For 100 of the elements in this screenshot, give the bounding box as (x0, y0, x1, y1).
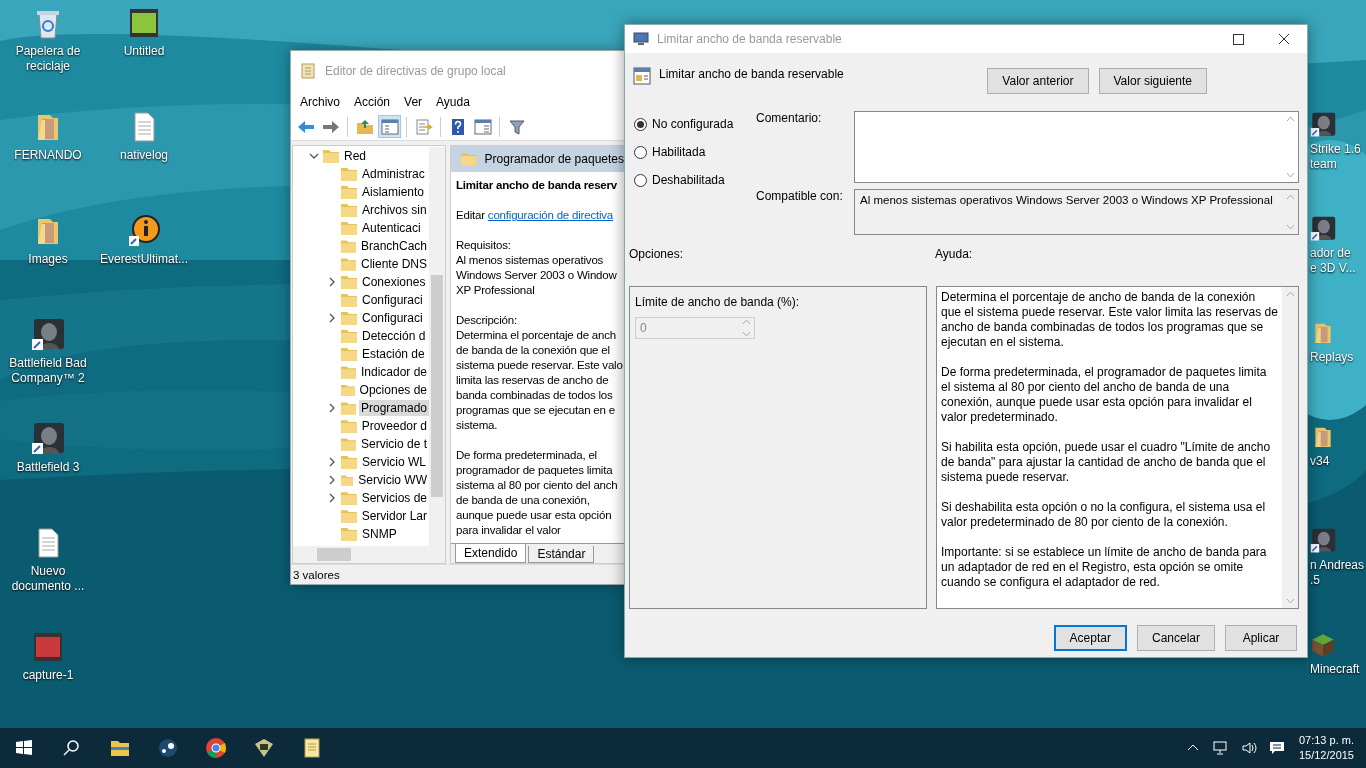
folder-icon (341, 293, 357, 307)
folder-icon (341, 491, 357, 505)
network-icon (1212, 740, 1229, 756)
chevron-down-icon[interactable] (309, 151, 319, 161)
tree-item[interactable]: Estación de (360, 346, 427, 362)
tree-item[interactable]: Proveedor d (359, 418, 429, 434)
tree-item[interactable]: Archivos sin (360, 202, 429, 218)
folder-icon (461, 152, 477, 166)
tree-item[interactable]: Conexiones (360, 274, 428, 290)
tree-item[interactable]: SNMP (360, 526, 399, 542)
scroll-document-icon (299, 62, 317, 80)
tree-item[interactable]: BranchCach (358, 238, 429, 254)
filter-icon (507, 117, 526, 136)
description-paragraph: Descripción: Determina el porcentaje de anch de banda de la conexión que el sistema puede reservar. Este valo limita las reservas de ancho de banda combinadas de todos los programas que se ejecutan en e sistema. (456, 313, 624, 433)
help-paragraph: Si habilita esta opción, puede usar el cuadro "Límite de ancho de banda" para ajustar la cantidad de ancho de banda que el sistema puede reservar. (941, 440, 1272, 485)
tree-item[interactable]: Servicio de t (358, 436, 429, 452)
view-tab[interactable]: Estándar (528, 546, 595, 563)
folder-icon (341, 221, 357, 235)
tree-item[interactable]: Detección d (360, 328, 428, 344)
chevron-right-icon[interactable] (327, 493, 337, 503)
folder-icon (341, 437, 356, 451)
folder-icon (341, 419, 357, 433)
video-file-icon (31, 630, 65, 664)
edit-policy-link[interactable]: configuración de directiva (487, 209, 614, 221)
folder-icon (341, 455, 357, 469)
folder-icon (341, 167, 357, 181)
desktop-icon-label[interactable]: n Andreas .5 (1310, 558, 1365, 588)
window-title: Limitar ancho de banda reservable (657, 32, 842, 46)
radio-button[interactable] (634, 173, 647, 187)
desktop-icon-label[interactable]: Nuevo documento ... (11, 564, 85, 594)
radio-label[interactable]: Deshabilitada (652, 173, 725, 187)
comment-label: Comentario: (756, 111, 823, 127)
tree-item[interactable]: Administrac (360, 166, 427, 182)
tree-item[interactable]: Cliente DNS (358, 256, 429, 272)
policy-title: Limitar ancho de banda reserv (456, 178, 618, 193)
clock-time[interactable]: 07:13 p. m. (1298, 733, 1354, 748)
nav-button[interactable]: Valor anterior (987, 68, 1089, 94)
desktop-icon-label[interactable]: Images (28, 252, 68, 267)
properties-pane-icon (473, 117, 492, 136)
help-paragraph: De forma predeterminada, el programador de paquetes limita el sistema al 80 por ciento del ancho de banda de una conexión, aunque puede usar esta opción para invalidar el valor predeterminado. (941, 365, 1268, 425)
folder-icon (341, 347, 357, 361)
maximize-icon (1232, 33, 1244, 45)
radio-label[interactable]: No configurada (652, 117, 734, 131)
radio-button[interactable] (634, 117, 647, 131)
tree-item[interactable]: Servidor Lar (359, 508, 429, 524)
desktop-icon-label[interactable]: v34 (1310, 454, 1330, 469)
dialog-button[interactable]: Cancelar (1136, 625, 1215, 651)
browser-icon (204, 736, 228, 760)
folder-icon (323, 149, 339, 163)
desktop-icon-label[interactable]: Papelera de reciclaje (15, 44, 81, 74)
menu-item[interactable]: Ayuda (431, 93, 475, 111)
folder-icon (341, 365, 356, 379)
desktop-icon-label[interactable]: Battlefield Bad Company™ 2 (9, 356, 87, 386)
view-tab[interactable]: Extendido (455, 544, 527, 563)
dialog-button[interactable]: Aplicar (1225, 625, 1297, 651)
desktop-icon-label[interactable]: Battlefield 3 (16, 460, 80, 475)
toolbar-button[interactable] (378, 115, 401, 138)
pane-header: Programador de paquetes (484, 152, 624, 166)
menu-item[interactable]: Ver (399, 93, 428, 111)
tree-item[interactable]: Aislamiento (360, 184, 427, 200)
folder-icon (341, 329, 357, 343)
tree-item[interactable]: Programado (358, 400, 429, 416)
horizontal-scrollbar[interactable] (293, 546, 445, 563)
folder-up-icon (355, 117, 374, 136)
tree-item[interactable]: Servicios de (359, 490, 429, 506)
desktop-icon-label[interactable]: Minecraft (1310, 662, 1360, 677)
folder-icon (341, 239, 356, 253)
chevron-right-icon[interactable] (327, 457, 337, 467)
chevron-right-icon[interactable] (327, 313, 337, 323)
tree-item[interactable]: Red (342, 148, 368, 164)
chevron-right-icon[interactable] (327, 403, 337, 413)
folder-icon (341, 473, 354, 487)
tree-item[interactable]: Configuraci (360, 292, 425, 308)
tree-item[interactable]: Autenticaci (360, 220, 423, 236)
desktop-icon-label[interactable]: capture-1 (22, 668, 74, 683)
desktop-icon-label[interactable]: Untitled (123, 44, 165, 59)
folder-icon (341, 383, 355, 397)
chevron-right-icon[interactable] (327, 277, 337, 287)
grass-block-icon (1310, 632, 1336, 658)
menu-item[interactable]: Archivo (295, 93, 345, 111)
menu-item[interactable]: Acción (349, 93, 396, 111)
description-paragraph: De forma predeterminada, el programador de paquetes limita sistema al 80 por ciento del anch de banda de una conexión, aunque puede usar esta opción para invalidar el valor (456, 448, 619, 538)
dialog-button[interactable]: Aceptar (1053, 625, 1127, 651)
nav-button[interactable]: Valor siguiente (1098, 68, 1207, 94)
clock-date[interactable]: 15/12/2015 (1298, 748, 1354, 763)
tree-item[interactable]: Indicador de (358, 364, 429, 380)
tree-item[interactable]: Servicio WW (356, 472, 429, 488)
vertical-scrollbar[interactable] (429, 147, 445, 546)
radio-label[interactable]: Habilitada (652, 145, 706, 159)
tree-item[interactable]: Configuraci (360, 310, 425, 326)
tree-pane-icon (380, 117, 399, 136)
desktop-icon-label[interactable]: EverestUltimat... (100, 252, 188, 267)
chevron-right-icon[interactable] (327, 475, 337, 485)
export-list-icon (414, 117, 433, 136)
tree-item[interactable]: Servicio WL (360, 454, 428, 470)
compatible-label: Compatible con: (756, 189, 844, 205)
radio-button[interactable] (634, 145, 647, 159)
folder-icon (341, 275, 357, 289)
tree-item[interactable]: Opciones de (357, 382, 429, 398)
game-shortcut-icon (1310, 216, 1336, 242)
